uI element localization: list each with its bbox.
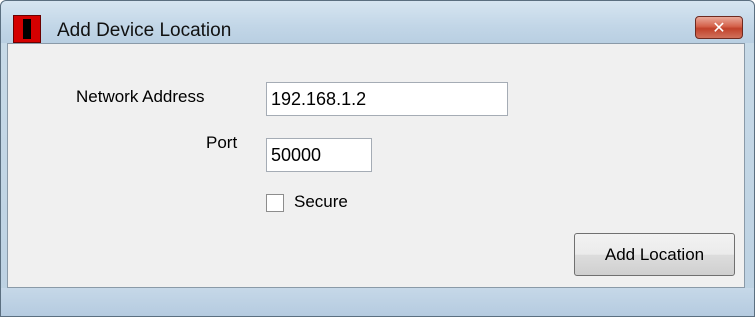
dialog-window: Add Device Location ✕ Network Address 19…: [0, 0, 755, 317]
secure-checkbox[interactable]: [266, 194, 284, 212]
close-icon: ✕: [712, 17, 726, 37]
port-input[interactable]: 50000: [266, 138, 372, 172]
port-label: Port: [206, 133, 238, 152]
window-bottom-frame: [1, 288, 754, 316]
app-icon: [13, 15, 41, 43]
add-location-button[interactable]: Add Location: [574, 233, 735, 276]
title-bar[interactable]: Add Device Location ✕: [1, 1, 754, 43]
secure-label[interactable]: Secure: [294, 192, 348, 212]
network-address-input[interactable]: 192.168.1.2: [266, 82, 508, 116]
close-button[interactable]: ✕: [695, 16, 743, 39]
network-address-label: Network Address: [76, 87, 205, 106]
app-icon-bar: [23, 19, 31, 39]
dialog-body: Network Address 192.168.1.2 Port 50000 S…: [7, 43, 745, 288]
window-title: Add Device Location: [57, 20, 232, 41]
